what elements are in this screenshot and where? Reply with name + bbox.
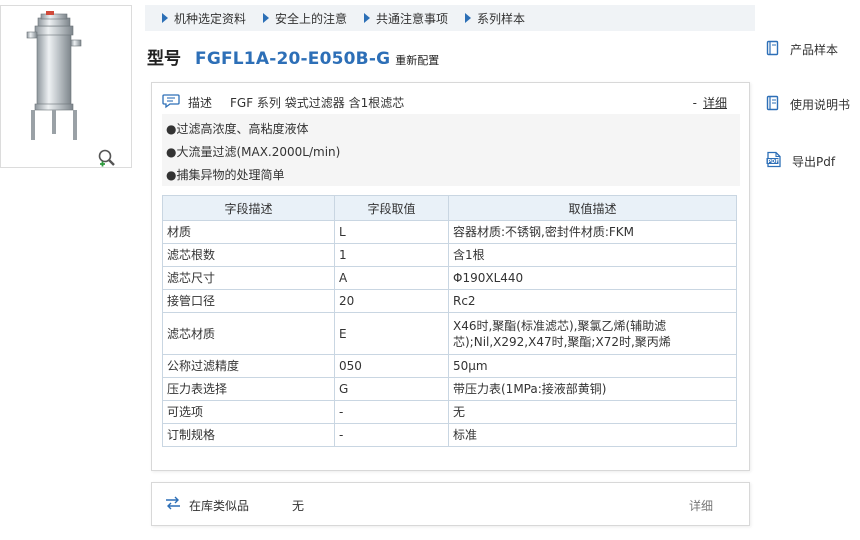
cell-desc: 50μm (448, 354, 737, 378)
feature-item: ●捕集异物的处理简单 (166, 168, 285, 182)
cell-value: E (334, 312, 449, 355)
table-row: 订制规格 - 标准 (162, 423, 737, 447)
svg-text:PDF: PDF (768, 159, 779, 165)
description-header: 描述 FGF 系列 袋式过滤器 含1根滤芯 - 详细 (162, 91, 742, 113)
in-stock-detail-link[interactable]: 详细 (689, 497, 713, 514)
cell-value: 1 (334, 243, 449, 267)
feature-item: ●过滤高浓度、高粘度液体 (166, 122, 309, 136)
side-link-catalog[interactable]: 产品样本 (766, 40, 838, 59)
in-stock-label: 在库类似品 (189, 499, 250, 513)
reconfigure-link[interactable]: 重新配置 (395, 52, 439, 68)
column-header-field: 字段描述 (162, 195, 335, 221)
triangle-right-icon (364, 13, 371, 23)
model-heading: 型号 FGFL1A-20-E050B-G 重新配置 (147, 44, 439, 69)
cell-desc: 无 (448, 400, 737, 424)
cell-field: 滤芯根数 (162, 243, 335, 267)
speech-bubble-icon (162, 93, 180, 112)
description-label: 描述 (188, 95, 213, 110)
in-stock-similar-panel: 在库类似品 无 详细 (151, 482, 750, 526)
book-icon (766, 40, 780, 59)
table-header-row: 字段描述 字段取值 取值描述 (162, 195, 737, 221)
cell-value: 20 (334, 289, 449, 313)
cell-field: 压力表选择 (162, 377, 335, 401)
cell-field: 材质 (162, 220, 335, 244)
column-header-description: 取值描述 (448, 195, 737, 221)
column-header-value: 字段取值 (334, 195, 449, 221)
model-label: 型号 (147, 49, 181, 69)
triangle-right-icon (263, 13, 270, 23)
cell-field: 公称过滤精度 (162, 354, 335, 378)
table-row: 材质 L 容器材质:不锈钢,密封件材质:FKM (162, 220, 737, 244)
cell-field: 滤芯尺寸 (162, 266, 335, 290)
feature-item: ●大流量过滤(MAX.2000L/min) (166, 145, 341, 159)
breadcrumb-item-series-catalog[interactable]: 系列样本 (465, 10, 525, 27)
table-row: 滤芯根数 1 含1根 (162, 243, 737, 267)
breadcrumb: 机种选定资料 安全上的注意 共通注意事项 系列样本 (145, 5, 755, 31)
side-link-label: 使用说明书 (790, 98, 851, 112)
swap-arrows-icon (164, 496, 182, 513)
filter-housing-image (26, 11, 82, 140)
side-link-export-pdf[interactable]: PDF 导出Pdf (766, 151, 835, 171)
cell-desc: 容器材质:不锈钢,密封件材质:FKM (448, 220, 737, 244)
description-title: FGF 系列 袋式过滤器 含1根滤芯 (230, 95, 405, 110)
model-code: FGFL1A-20-E050B-G (195, 49, 391, 69)
cell-field: 滤芯材质 (162, 312, 335, 355)
cell-field: 可选项 (162, 400, 335, 424)
cell-value: - (334, 423, 449, 447)
cell-value: - (334, 400, 449, 424)
spec-table: 字段描述 字段取值 取值描述 材质 L 容器材质:不锈钢,密封件材质:FKM 滤… (162, 195, 737, 447)
cell-value: G (334, 377, 449, 401)
feature-list: ●过滤高浓度、高粘度液体 ●大流量过滤(MAX.2000L/min) ●捕集异物… (162, 114, 740, 186)
cell-desc: Rc2 (448, 289, 737, 313)
breadcrumb-item-common-notes[interactable]: 共通注意事项 (364, 10, 448, 27)
cell-field: 订制规格 (162, 423, 335, 447)
cell-desc: 含1根 (448, 243, 737, 267)
cell-desc: 标准 (448, 423, 737, 447)
in-stock-value: 无 (292, 499, 305, 513)
cell-field: 接管口径 (162, 289, 335, 313)
description-detail-link[interactable]: - 详细 (693, 94, 727, 111)
product-thumbnail[interactable] (0, 5, 132, 168)
table-row: 公称过滤精度 050 50μm (162, 354, 737, 378)
table-row: 可选项 - 无 (162, 400, 737, 424)
breadcrumb-item-selection-data[interactable]: 机种选定资料 (162, 10, 246, 27)
pdf-icon: PDF (766, 151, 782, 171)
breadcrumb-item-safety[interactable]: 安全上的注意 (263, 10, 347, 27)
cell-desc: X46时,聚酯(标准滤芯),聚氯乙烯(辅助滤芯);Nil,X292,X47时,聚… (448, 312, 737, 355)
manual-icon (766, 95, 780, 114)
cell-desc: 带压力表(1MPa:接液部黄铜) (448, 377, 737, 401)
cell-desc: Φ190XL440 (448, 266, 737, 290)
triangle-right-icon (162, 13, 168, 23)
cell-value: 050 (334, 354, 449, 378)
side-link-label: 导出Pdf (792, 154, 836, 169)
table-row: 接管口径 20 Rc2 (162, 289, 737, 313)
side-link-manual[interactable]: 使用说明书 (766, 95, 850, 114)
table-row: 滤芯材质 E X46时,聚酯(标准滤芯),聚氯乙烯(辅助滤芯);Nil,X292… (162, 312, 737, 355)
side-link-label: 产品样本 (790, 43, 839, 57)
triangle-right-icon (465, 13, 472, 23)
table-row: 滤芯尺寸 A Φ190XL440 (162, 266, 737, 290)
cell-value: L (334, 220, 449, 244)
cell-value: A (334, 266, 449, 290)
table-row: 压力表选择 G 带压力表(1MPa:接液部黄铜) (162, 377, 737, 401)
spec-card: 描述 FGF 系列 袋式过滤器 含1根滤芯 - 详细 ●过滤高浓度、高粘度液体 ●… (151, 82, 750, 471)
